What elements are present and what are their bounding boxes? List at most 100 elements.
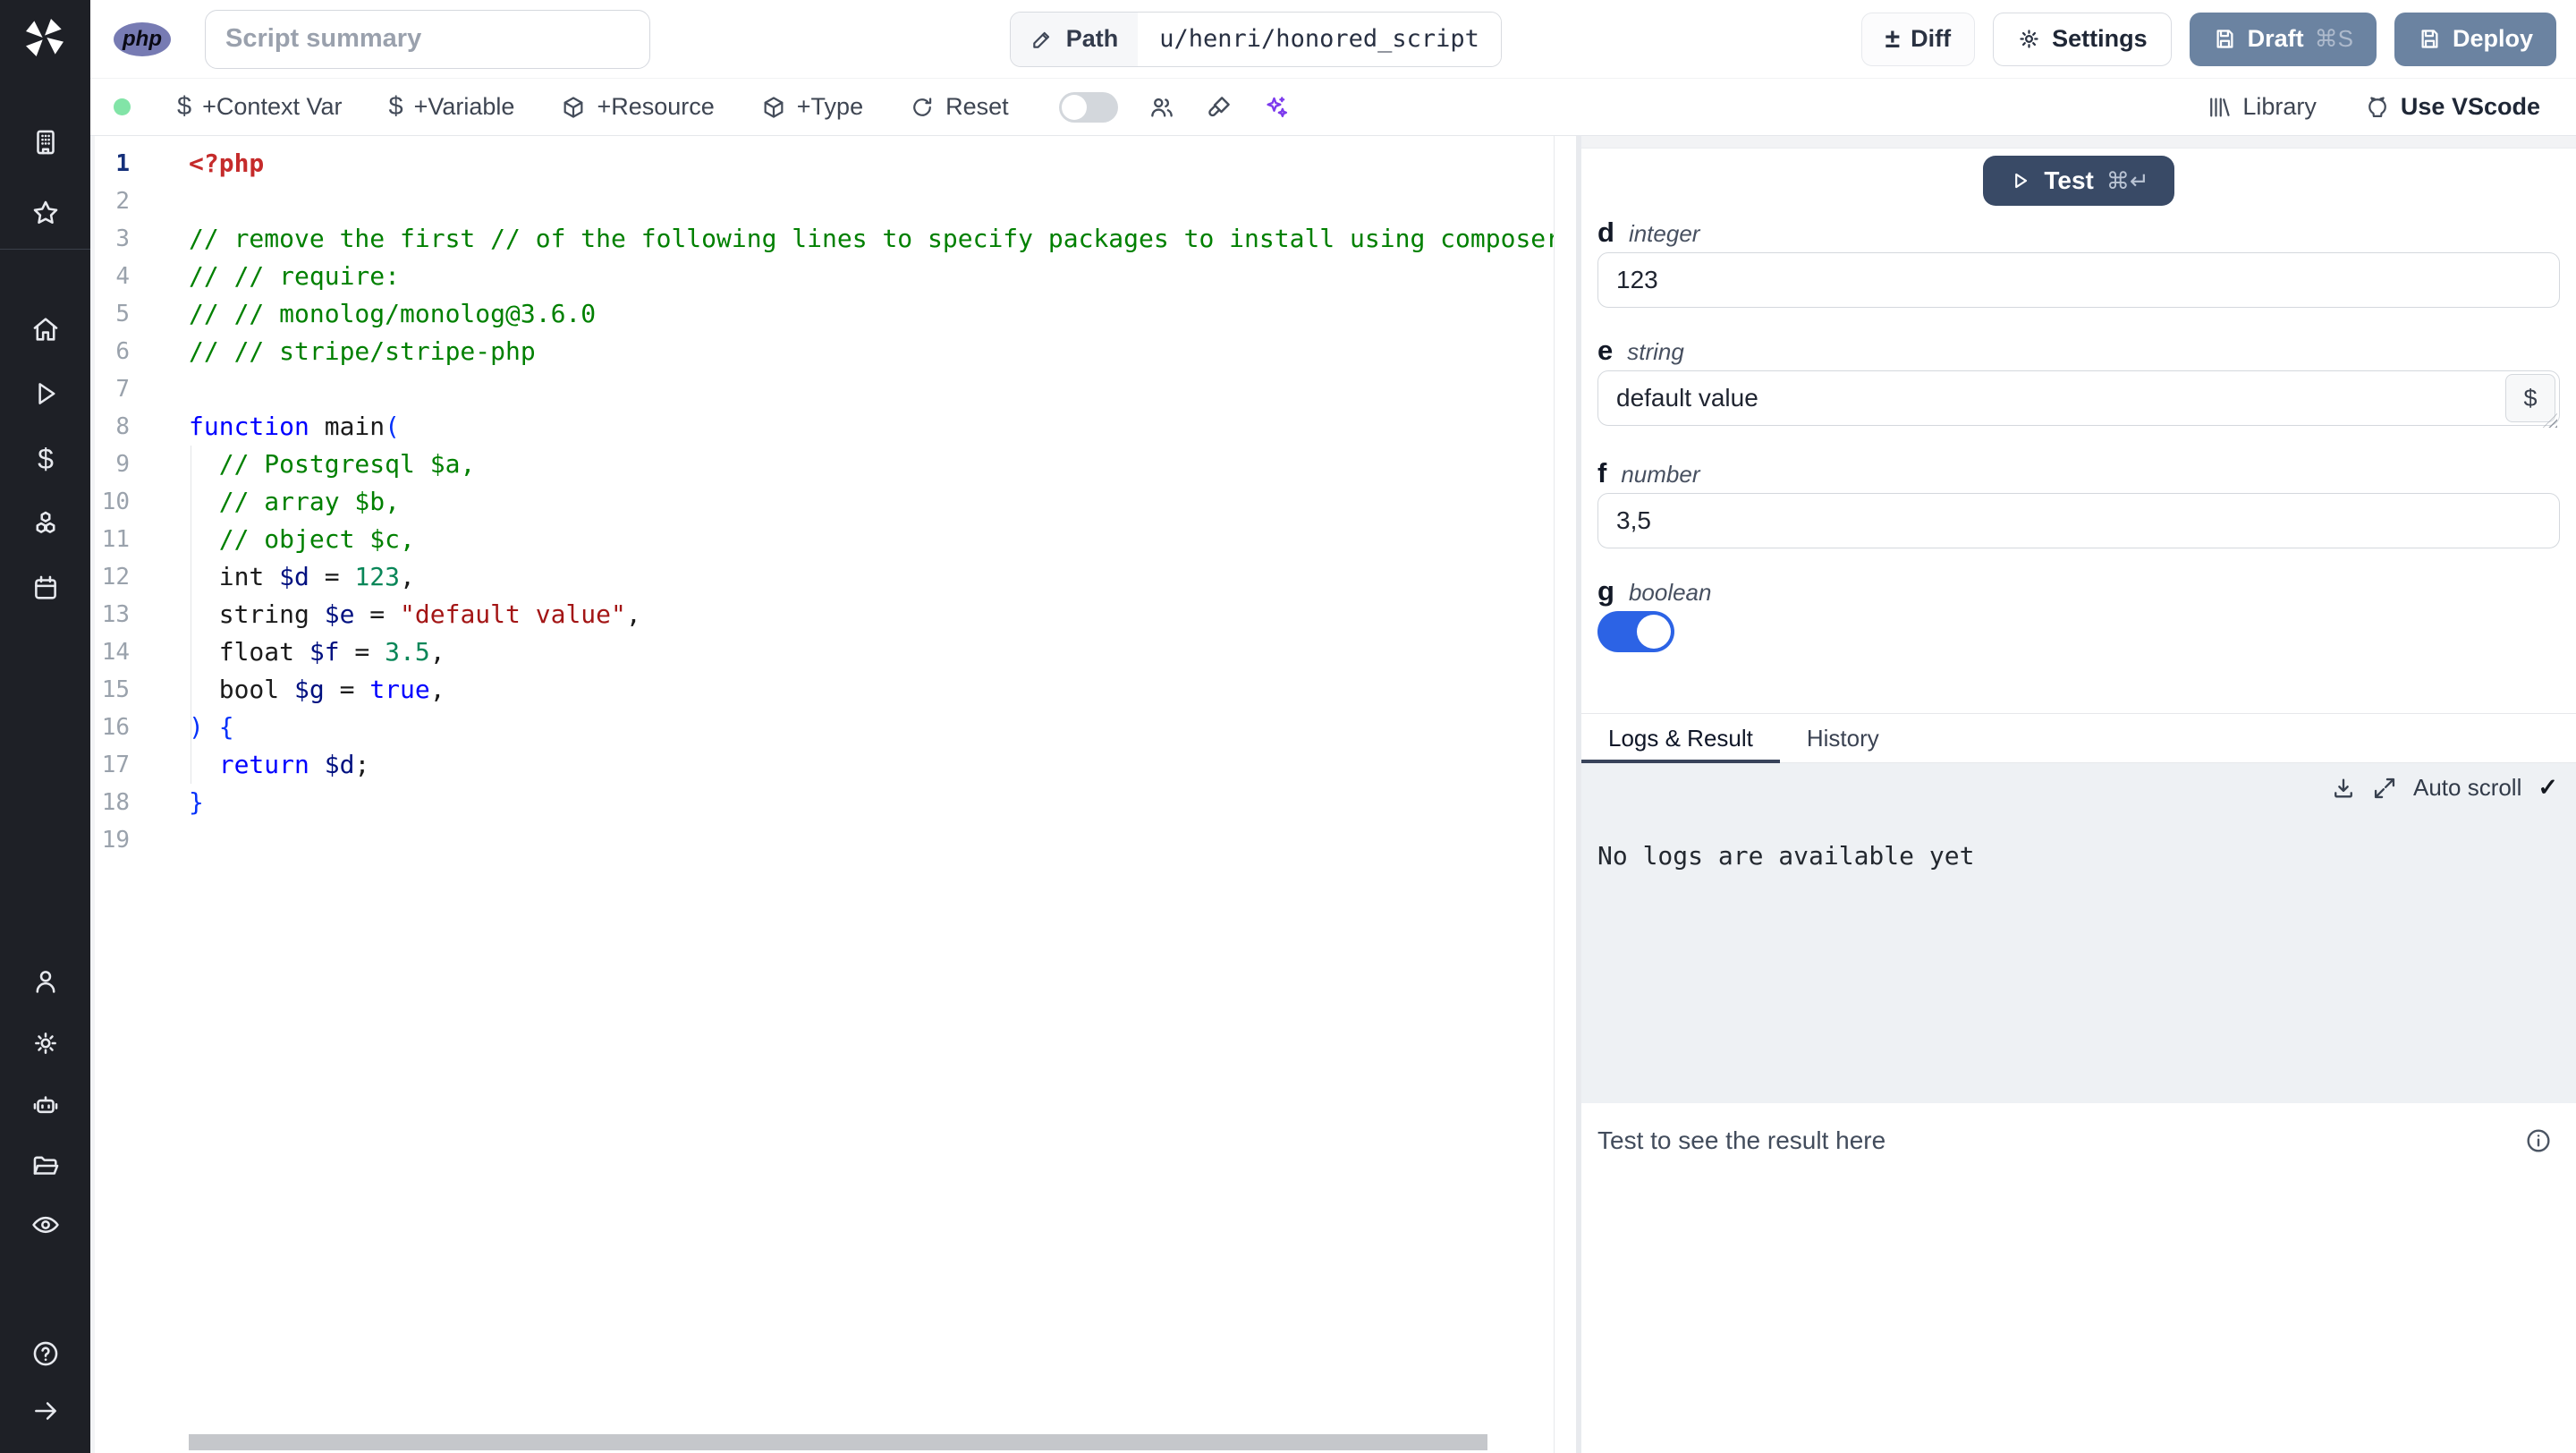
add-type-button[interactable]: +Type — [761, 93, 863, 121]
use-vscode-button[interactable]: Use VScode — [2365, 93, 2540, 121]
code-line[interactable]: 19 — [90, 821, 1554, 859]
test-button[interactable]: Test ⌘↵ — [1983, 156, 2174, 206]
favorites-star-icon[interactable] — [30, 198, 61, 228]
code-line[interactable]: 14 float $f = 3.5, — [90, 633, 1554, 671]
variables-dollar-icon[interactable]: $ — [30, 443, 61, 475]
diff-mode-toggle[interactable] — [1058, 91, 1118, 123]
field-e-textarea[interactable]: default value — [1597, 370, 2560, 426]
line-number: 14 — [101, 639, 130, 666]
collapse-arrow-right-icon[interactable] — [30, 1396, 61, 1426]
line-number: 19 — [101, 827, 130, 854]
field-d-input[interactable] — [1597, 252, 2560, 308]
line-number: 11 — [101, 526, 130, 553]
line-number: 7 — [115, 376, 130, 403]
settings-gear-icon[interactable] — [30, 1028, 61, 1058]
info-icon[interactable] — [2524, 1126, 2553, 1160]
library-button[interactable]: Library — [2207, 93, 2317, 121]
sidebar-divider — [0, 249, 90, 250]
add-variable-button[interactable]: $ +Variable — [388, 92, 514, 122]
panel-top-strip — [1581, 136, 2576, 149]
ai-sparkles-icon[interactable] — [1263, 94, 1290, 121]
add-context-var-button[interactable]: $ +Context Var — [177, 92, 342, 122]
field-g: g boolean — [1597, 575, 2560, 652]
plus-minus-icon: ± — [1885, 23, 1901, 54]
result-tabs: Logs & Result History — [1581, 713, 2576, 763]
path-edit[interactable]: Path — [1010, 12, 1139, 66]
help-icon[interactable] — [30, 1338, 61, 1369]
settings-button[interactable]: Settings — [1993, 12, 2172, 66]
package-icon — [764, 96, 784, 118]
line-number: 12 — [101, 564, 130, 591]
format-brush-icon[interactable] — [1206, 94, 1233, 121]
workers-robot-icon[interactable] — [30, 1090, 61, 1120]
home-icon[interactable] — [30, 314, 61, 344]
run-panel: Test ⌘↵ d integer e string — [1581, 136, 2576, 1453]
field-f: f number — [1597, 457, 2560, 548]
result-placeholder: Test to see the result here — [1597, 1126, 1886, 1154]
summary-input[interactable] — [205, 9, 650, 69]
add-resource-button[interactable]: +Resource — [561, 93, 715, 121]
play-icon — [2015, 173, 2028, 189]
topbar-buttons: ± Diff Settings Draft ⌘S Deploy — [1860, 12, 2556, 66]
line-number: 9 — [115, 451, 130, 478]
code-line[interactable]: 10 // array $b, — [90, 483, 1554, 521]
field-f-input[interactable] — [1597, 493, 2560, 548]
horizontal-scrollbar[interactable] — [189, 1434, 1487, 1450]
code-line[interactable]: 17 return $d; — [90, 746, 1554, 784]
pencil-icon — [1033, 31, 1049, 48]
line-number: 6 — [115, 338, 130, 365]
sidebar: $ — [0, 0, 90, 1453]
field-name: e — [1597, 335, 1614, 366]
user-icon[interactable] — [30, 966, 61, 997]
library-icon — [2210, 98, 2230, 116]
test-shortcut: ⌘↵ — [2106, 166, 2149, 194]
draft-button[interactable]: Draft ⌘S — [2189, 12, 2377, 66]
draft-shortcut: ⌘S — [2314, 25, 2353, 52]
audit-eye-icon[interactable] — [30, 1210, 61, 1240]
code-area: 1 <?php 2 3// remove the first // of the fo… — [90, 145, 1554, 859]
code-line[interactable]: 18} — [90, 784, 1554, 821]
code-line[interactable]: 11 // object $c, — [90, 521, 1554, 558]
line-number: 2 — [115, 188, 130, 215]
field-g-toggle[interactable] — [1597, 611, 1674, 652]
schedules-calendar-icon[interactable] — [30, 573, 61, 603]
code-editor[interactable]: 1 <?php 2 3// remove the first // of the fo… — [90, 136, 1555, 1453]
autoscroll-check-icon[interactable]: ✓ — [2538, 774, 2558, 802]
logs-empty-message: No logs are available yet — [1597, 841, 1975, 871]
line-number: 8 — [115, 413, 130, 440]
logs-controls: Auto scroll ✓ — [1597, 774, 2558, 802]
tab-history[interactable]: History — [1780, 714, 1906, 762]
code-line[interactable]: 3// remove the first // of the following… — [90, 220, 1554, 258]
workspace-icon[interactable] — [30, 127, 61, 157]
expand-icon[interactable] — [2372, 776, 2397, 801]
code-line[interactable]: 7 — [90, 370, 1554, 408]
deploy-button[interactable]: Deploy — [2394, 12, 2556, 66]
code-line[interactable]: 2 — [90, 183, 1554, 220]
code-line[interactable]: 13 string $e = "default value", — [90, 596, 1554, 633]
code-line[interactable]: 16) { — [90, 709, 1554, 746]
code-line[interactable]: 12 int $d = 123, — [90, 558, 1554, 596]
runs-play-icon[interactable] — [30, 378, 61, 409]
resources-cubes-icon[interactable] — [30, 508, 61, 539]
code-line[interactable]: 15 bool $g = true, — [90, 671, 1554, 709]
code-line[interactable]: 9 // Postgresql $a, — [90, 446, 1554, 483]
code-line[interactable]: 1 <?php — [90, 145, 1554, 183]
dollar-icon: $ — [177, 92, 192, 121]
folders-icon[interactable] — [30, 1151, 61, 1181]
code-line[interactable]: 4// // require: — [90, 258, 1554, 295]
multiplayer-users-icon[interactable] — [1148, 94, 1175, 121]
tab-logs-result[interactable]: Logs & Result — [1581, 714, 1780, 763]
code-line[interactable]: 8 function main( — [90, 408, 1554, 446]
field-type: integer — [1628, 220, 1700, 247]
diff-button[interactable]: ± Diff — [1860, 12, 1976, 66]
download-icon[interactable] — [2331, 776, 2356, 801]
windmill-logo-icon[interactable] — [20, 13, 70, 63]
path-chip[interactable]: Path u/henri/honored_script — [1009, 11, 1502, 67]
code-line[interactable]: 5// // monolog/monolog@3.6.0 — [90, 295, 1554, 333]
reset-button[interactable]: Reset — [910, 93, 1009, 121]
package-icon — [564, 96, 583, 118]
dollar-icon: $ — [388, 92, 403, 121]
panel-splitter[interactable] — [1555, 136, 1581, 1453]
code-line[interactable]: 6// // stripe/stripe-php — [90, 333, 1554, 370]
insert-variable-button[interactable]: $ — [2505, 374, 2555, 422]
